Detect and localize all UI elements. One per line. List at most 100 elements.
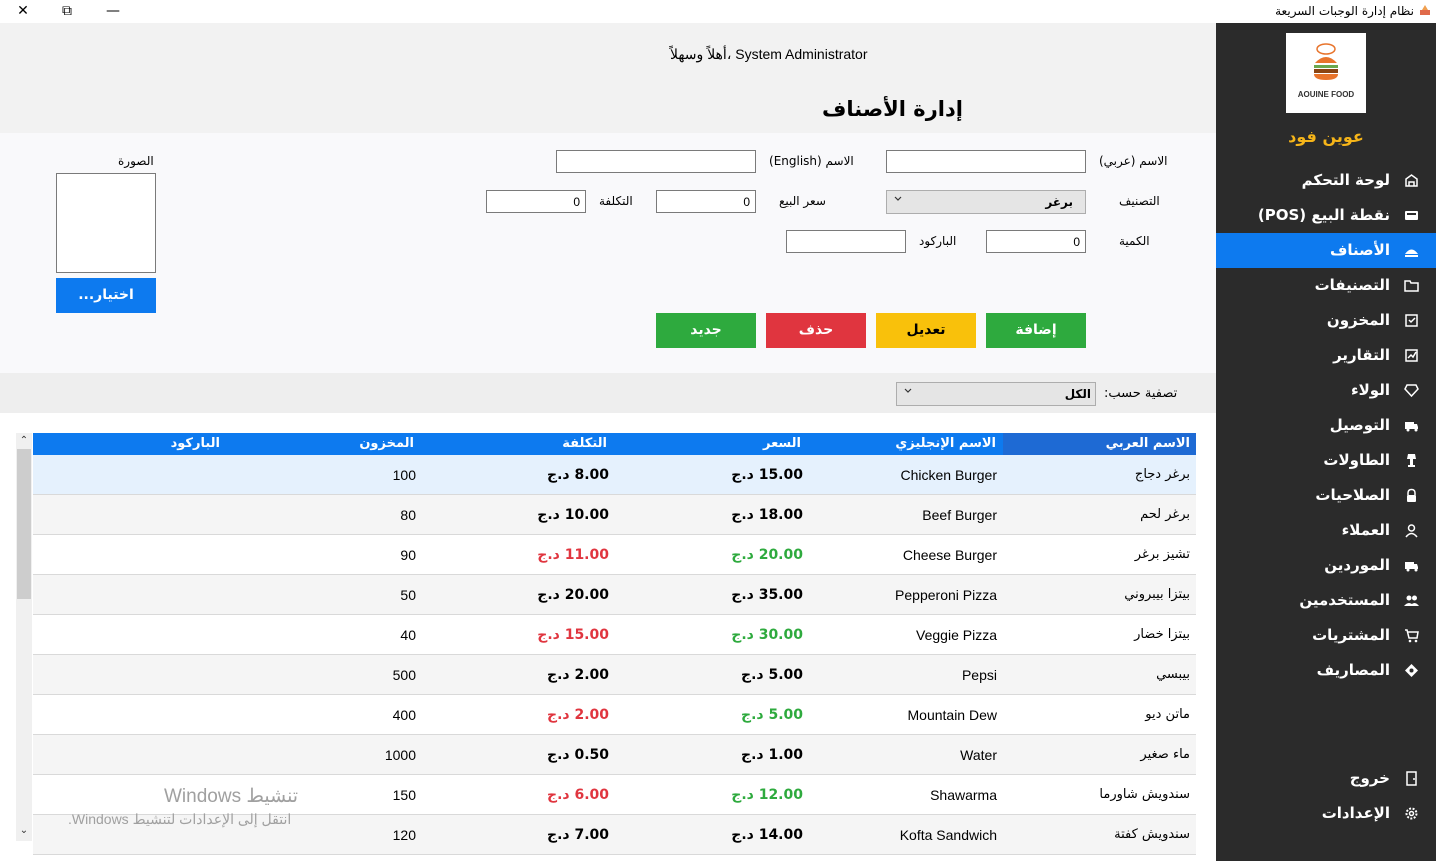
sidebar-item-tables[interactable]: الطاولات [1216,443,1436,478]
sidebar-item-label: المستخدمين [1299,591,1390,609]
cell-stock: 40 [400,627,416,643]
sidebar-item-suppliers[interactable]: الموردين [1216,548,1436,583]
minimize-button[interactable]: — [90,0,136,22]
table-row[interactable]: بيتزا بيبروني Pepperoni Pizza 35.00 د.ج 20.… [33,575,1196,615]
sidebar-item-inventory[interactable]: المخزون [1216,303,1436,338]
table-row[interactable]: برغر لحم Beef Burger 18.00 د.ج 10.00 د.ج 80 [33,495,1196,535]
activation-watermark-text: انتقل إلى الإعدادات لتنشيط Windows. [68,811,292,827]
edit-button[interactable]: تعديل [876,313,976,348]
table-row[interactable]: ماء صغير Water 1.00 د.ج 0.50 د.ج 1000 [33,735,1196,775]
sidebar-item-dashboard[interactable]: لوحة التحكم [1216,163,1436,198]
col-header-price[interactable]: السعر [763,436,801,451]
scroll-thumb[interactable] [17,449,31,599]
choose-image-button[interactable]: اختيار... [56,278,156,313]
activation-watermark-title: تنشيط Windows [164,786,299,807]
sidebar-item-permissions[interactable]: الصلاحيات [1216,478,1436,513]
chevron-down-icon [904,388,912,393]
restore-button[interactable]: ⧉ [44,0,90,22]
sidebar-item-users[interactable]: المستخدمين [1216,583,1436,618]
page-title: إدارة الأصناف [822,97,963,121]
category-select[interactable]: برغر [886,190,1086,214]
col-header-name-en[interactable]: الاسم الإنجليزي [895,436,996,451]
logout-item[interactable]: خروج [1216,761,1436,796]
add-button[interactable]: إضافة [986,313,1086,348]
scroll-up-icon[interactable]: ⌃ [18,435,30,447]
cell-name-en: Chicken Burger [900,467,998,483]
scroll-down-icon[interactable]: ⌄ [18,825,30,837]
sidebar-item-pos[interactable]: نقطة البيع (POS) [1216,198,1436,233]
cell-name-en: Veggie Pizza [916,627,997,643]
vertical-scrollbar[interactable]: ⌃ ⌄ [16,433,32,841]
sidebar-item-label: لوحة التحكم [1301,171,1390,189]
filter-select[interactable]: الكل [896,382,1096,406]
sidebar: AOUINE FOOD عوين فود لوحة التحكم نقطة ال… [1216,23,1436,861]
customers-icon [1405,524,1418,538]
sidebar-item-reports[interactable]: التقارير [1216,338,1436,373]
cost-input[interactable] [486,190,586,213]
filter-bar: تصفية حسب: الكل [0,373,1216,413]
cell-price: 5.00 د.ج [740,667,803,683]
sidebar-item-expenses[interactable]: المصاريف [1216,653,1436,688]
title-bar: ✕ ⧉ — نظام إدارة الوجبات السريعة [0,0,1436,23]
cell-cost: 10.00 د.ج [537,507,609,523]
cell-name-ar: ماتن ديو [1145,707,1190,722]
table-row[interactable]: بيتزا خضار Veggie Pizza 30.00 د.ج 15.00 د.ج… [33,615,1196,655]
sidebar-item-label: الصلاحيات [1315,486,1390,504]
filter-value: الكل [1064,387,1091,401]
sidebar-item-delivery[interactable]: التوصيل [1216,408,1436,443]
sidebar-item-purchases[interactable]: المشتريات [1216,618,1436,653]
sidebar-item-categories[interactable]: التصنيفات [1216,268,1436,303]
col-header-barcode[interactable]: الباركود [171,436,220,451]
quantity-input[interactable] [986,230,1086,253]
col-header-stock[interactable]: المخزون [359,436,414,451]
cell-name-ar: برغر لحم [1140,507,1190,522]
pos-icon [1405,211,1418,220]
cell-cost: 11.00 د.ج [537,547,609,563]
cell-name-en: Pepsi [961,667,997,683]
cell-name-ar: ماء صغير [1140,747,1190,762]
name-ar-label: الاسم (عربي) [1099,154,1168,168]
cell-cost: 20.00 د.ج [537,587,609,603]
image-preview [56,173,156,273]
delivery-icon [1405,422,1418,432]
table-row[interactable]: بيبسي Pepsi 5.00 د.ج 2.00 د.ج 500 [33,655,1196,695]
sidebar-item-label: نقطة البيع (POS) [1257,206,1390,224]
cell-stock: 80 [400,507,416,523]
cell-name-ar: سندويش شاورما [1099,787,1190,802]
name-en-input[interactable] [556,150,756,173]
barcode-input[interactable] [786,230,906,253]
col-header-cost[interactable]: التكلفة [562,436,607,451]
logo-text: AOUINE FOOD [1297,90,1355,99]
cell-cost: 8.00 د.ج [546,467,609,483]
sidebar-item-loyalty[interactable]: الولاء [1216,373,1436,408]
cell-price: 30.00 د.ج [731,627,803,643]
sidebar-item-label: المخزون [1326,311,1390,329]
settings-label: الإعدادات [1321,804,1390,822]
lock-icon [1407,488,1416,502]
settings-item[interactable]: الإعدادات [1216,796,1436,831]
image-label: الصورة [118,154,154,168]
sidebar-item-label: الموردين [1324,556,1390,574]
sidebar-item-items[interactable]: الأصناف [1216,233,1436,268]
new-button[interactable]: جديد [656,313,756,348]
logo: AOUINE FOOD [1286,33,1366,113]
name-ar-input[interactable] [886,150,1086,173]
sidebar-item-customers[interactable]: العملاء [1216,513,1436,548]
close-button[interactable]: ✕ [0,0,46,22]
col-header-name-ar[interactable]: الاسم العربي [1003,433,1196,455]
table-row[interactable]: تشيز برغر Cheese Burger 20.00 د.ج 11.00 د.ج… [33,535,1196,575]
cell-cost: 2.00 د.ج [546,707,609,723]
delete-button[interactable]: حذف [766,313,866,348]
price-input[interactable] [656,190,756,213]
folder-icon [1404,280,1419,292]
table-row[interactable]: ماتن ديو Mountain Dew 5.00 د.ج 2.00 د.ج 400 [33,695,1196,735]
sidebar-item-label: الطاولات [1323,451,1390,469]
category-label: التصنيف [1119,194,1160,208]
cell-name-en: Water [960,747,997,763]
filter-label: تصفية حسب: [1104,386,1178,401]
cell-name-ar: سندويش كفتة [1114,827,1190,842]
table-row[interactable]: برغر دجاج Chicken Burger 15.00 د.ج 8.00 د.ج… [33,455,1196,495]
cell-name-ar: تشيز برغر [1134,547,1190,562]
app-icon [1420,5,1430,15]
gear-icon [1405,807,1418,820]
